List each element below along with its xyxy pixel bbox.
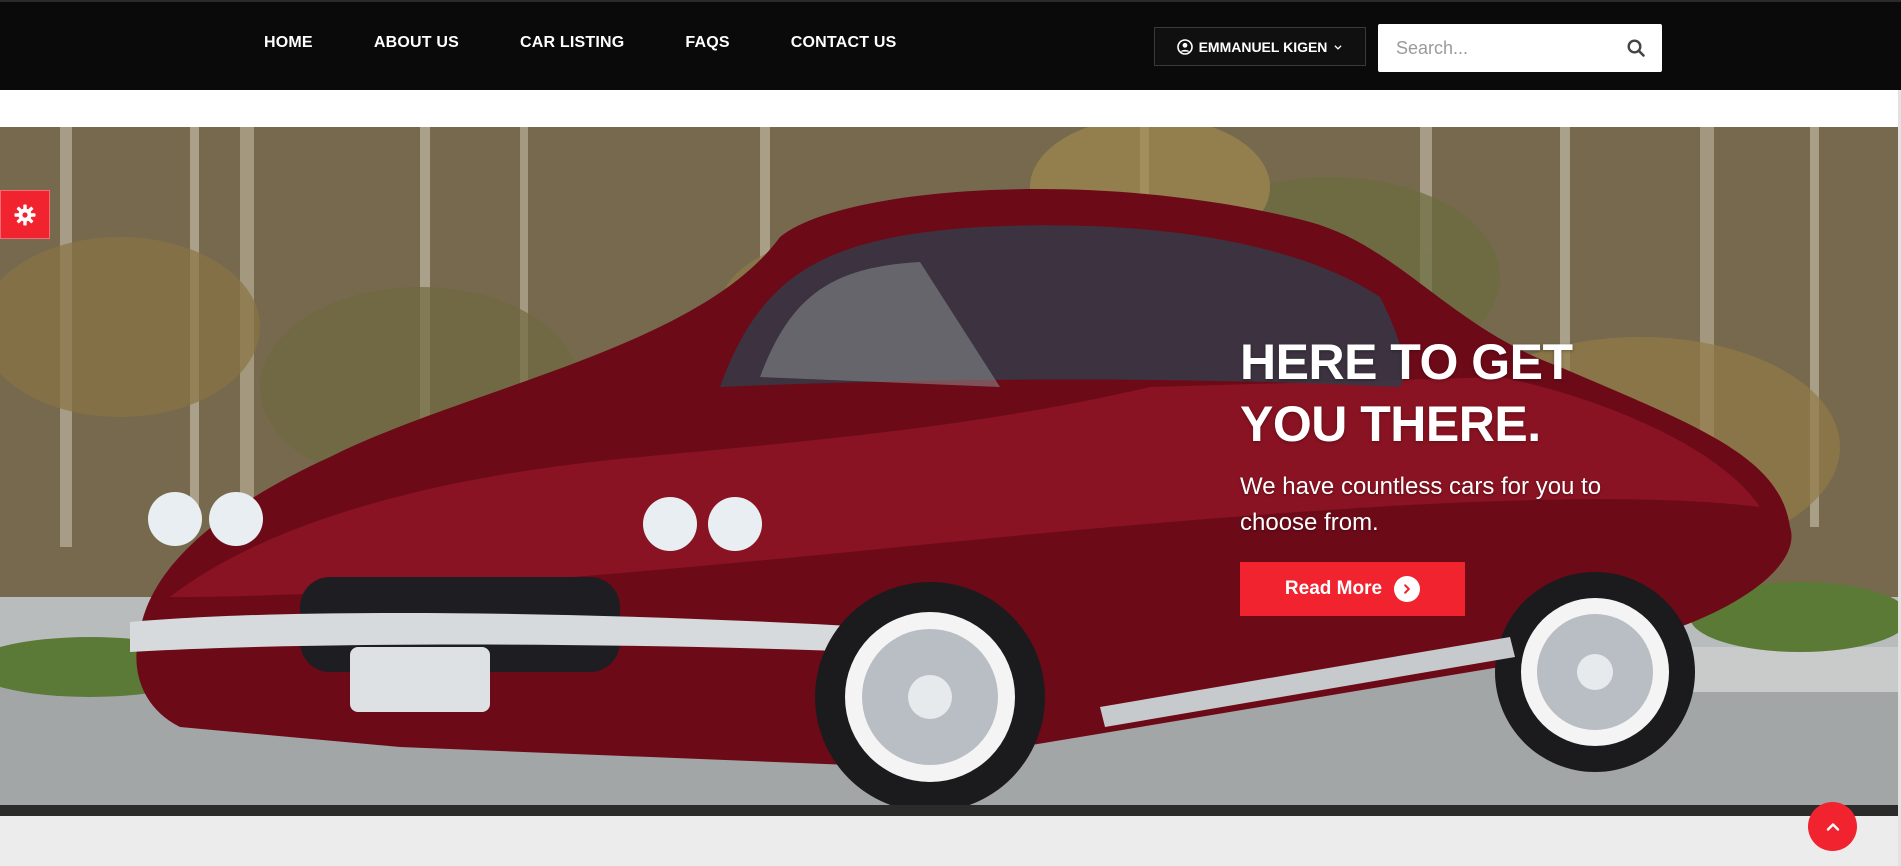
nav-item-contact-us[interactable]: CONTACT US [791,34,897,52]
hero-text-block: HERE TO GET YOU THERE. We have countless… [1240,331,1660,541]
hero-title-line1: HERE TO GET [1240,334,1573,390]
search-icon[interactable] [1626,38,1646,58]
arrow-right-circle-icon [1394,576,1421,602]
main-nav: HOME ABOUT US CAR LISTING FAQS CONTACT U… [264,34,896,52]
hero-subtitle: We have countless cars for you to choose… [1240,473,1602,536]
nav-item-about-us[interactable]: ABOUT US [374,34,459,52]
search-input[interactable] [1378,24,1608,72]
search-box [1378,24,1662,72]
chevron-down-icon [1334,44,1342,50]
read-more-label: Read More [1284,578,1383,599]
read-more-button[interactable]: Read More [1240,562,1465,616]
header-spacer [0,90,1901,127]
hero-banner: HERE TO GET YOU THERE. We have countless… [0,127,1898,816]
gear-icon [14,204,36,225]
nav-item-home[interactable]: HOME [264,34,313,52]
user-circle-icon [1176,38,1193,55]
top-navbar: HOME ABOUT US CAR LISTING FAQS CONTACT U… [0,0,1901,90]
settings-toggle[interactable] [0,190,50,239]
scroll-to-top-button[interactable] [1808,802,1857,851]
nav-item-faqs[interactable]: FAQS [685,34,729,52]
hero-title-line2: YOU THERE. [1240,396,1541,452]
user-name: EMMANUEL KIGEN [1198,38,1328,55]
user-menu-button[interactable]: EMMANUEL KIGEN [1154,27,1366,66]
nav-item-car-listing[interactable]: CAR LISTING [520,34,624,52]
chevron-up-icon [1826,822,1839,831]
hero-bottom-bar [0,805,1898,816]
hero-title: HERE TO GET YOU THERE. [1240,331,1660,455]
